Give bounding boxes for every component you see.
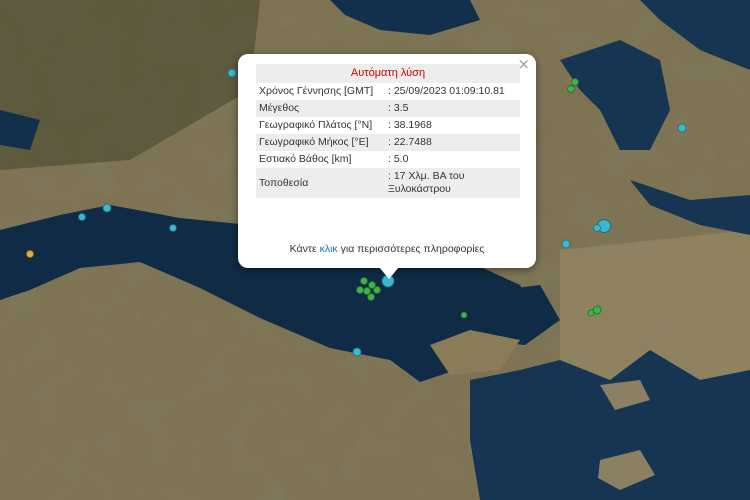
info-label: Γεωγραφικό Πλάτος [°N] [259, 119, 373, 131]
popup-title: Αυτόματη λύση [256, 64, 520, 83]
earthquake-marker[interactable] [352, 347, 362, 357]
earthquake-marker[interactable] [26, 250, 34, 258]
info-label: Εστιακό Βάθος [km] [259, 153, 352, 165]
earthquake-marker[interactable] [593, 224, 601, 232]
earthquake-marker[interactable] [677, 123, 687, 133]
earthquake-marker[interactable] [561, 239, 571, 249]
more-info-text: Κάντε κλικ για περισσότερες πληροφορίες [238, 243, 536, 255]
info-value: : 17 Χλμ. ΒΑ του Ξυλοκάστρου [380, 168, 520, 198]
earthquake-marker[interactable] [169, 224, 177, 232]
earthquake-marker[interactable] [227, 68, 237, 78]
info-value: : 22.7488 [380, 134, 520, 151]
earthquake-marker[interactable] [587, 309, 595, 317]
info-label: Τοποθεσία [256, 168, 380, 198]
info-row-longitude: Γεωγραφικό Μήκος [°E] : 22.7488 [256, 134, 520, 151]
earthquake-marker[interactable] [102, 203, 112, 213]
info-label: Γεωγραφικό Μήκος [°E] [256, 134, 380, 151]
earthquake-marker[interactable] [78, 213, 86, 221]
earthquake-info-table: Αυτόματη λύση Χρόνος Γέννησης [GMT] : 25… [256, 64, 520, 198]
earthquake-marker[interactable] [571, 78, 579, 86]
earthquake-marker[interactable] [373, 286, 381, 294]
info-label: Μέγεθος [256, 100, 380, 117]
info-row-latitude: Γεωγραφικό Πλάτος [°N] : 38.1968 [256, 117, 520, 134]
info-value: : 25/09/2023 01:09:10.81 [388, 85, 505, 97]
info-value: : 38.1968 [388, 119, 432, 131]
info-row-depth: Εστιακό Βάθος [km] : 5.0 [256, 151, 520, 168]
earthquake-info-popup: × Αυτόματη λύση Χρόνος Γέννησης [GMT] : … [238, 54, 536, 268]
popup-pointer [379, 267, 399, 279]
info-row-location: Τοποθεσία : 17 Χλμ. ΒΑ του Ξυλοκάστρου [256, 168, 520, 198]
more-info-suffix: για περισσότερες πληροφορίες [337, 243, 485, 255]
earthquake-marker[interactable] [460, 311, 468, 319]
earthquake-marker[interactable] [567, 85, 575, 93]
more-info-link[interactable]: κλικ [320, 243, 338, 255]
more-info-prefix: Κάντε [289, 243, 320, 255]
info-value: : 3.5 [380, 100, 520, 117]
earthquake-marker[interactable] [367, 293, 375, 301]
info-row-magnitude: Μέγεθος : 3.5 [256, 100, 520, 117]
earthquake-marker[interactable] [356, 286, 364, 294]
info-value: : 5.0 [388, 153, 409, 165]
earthquake-marker[interactable] [360, 277, 368, 285]
info-row-origin-time: Χρόνος Γέννησης [GMT] : 25/09/2023 01:09… [256, 83, 520, 100]
info-label: Χρόνος Γέννησης [GMT] [259, 85, 374, 97]
